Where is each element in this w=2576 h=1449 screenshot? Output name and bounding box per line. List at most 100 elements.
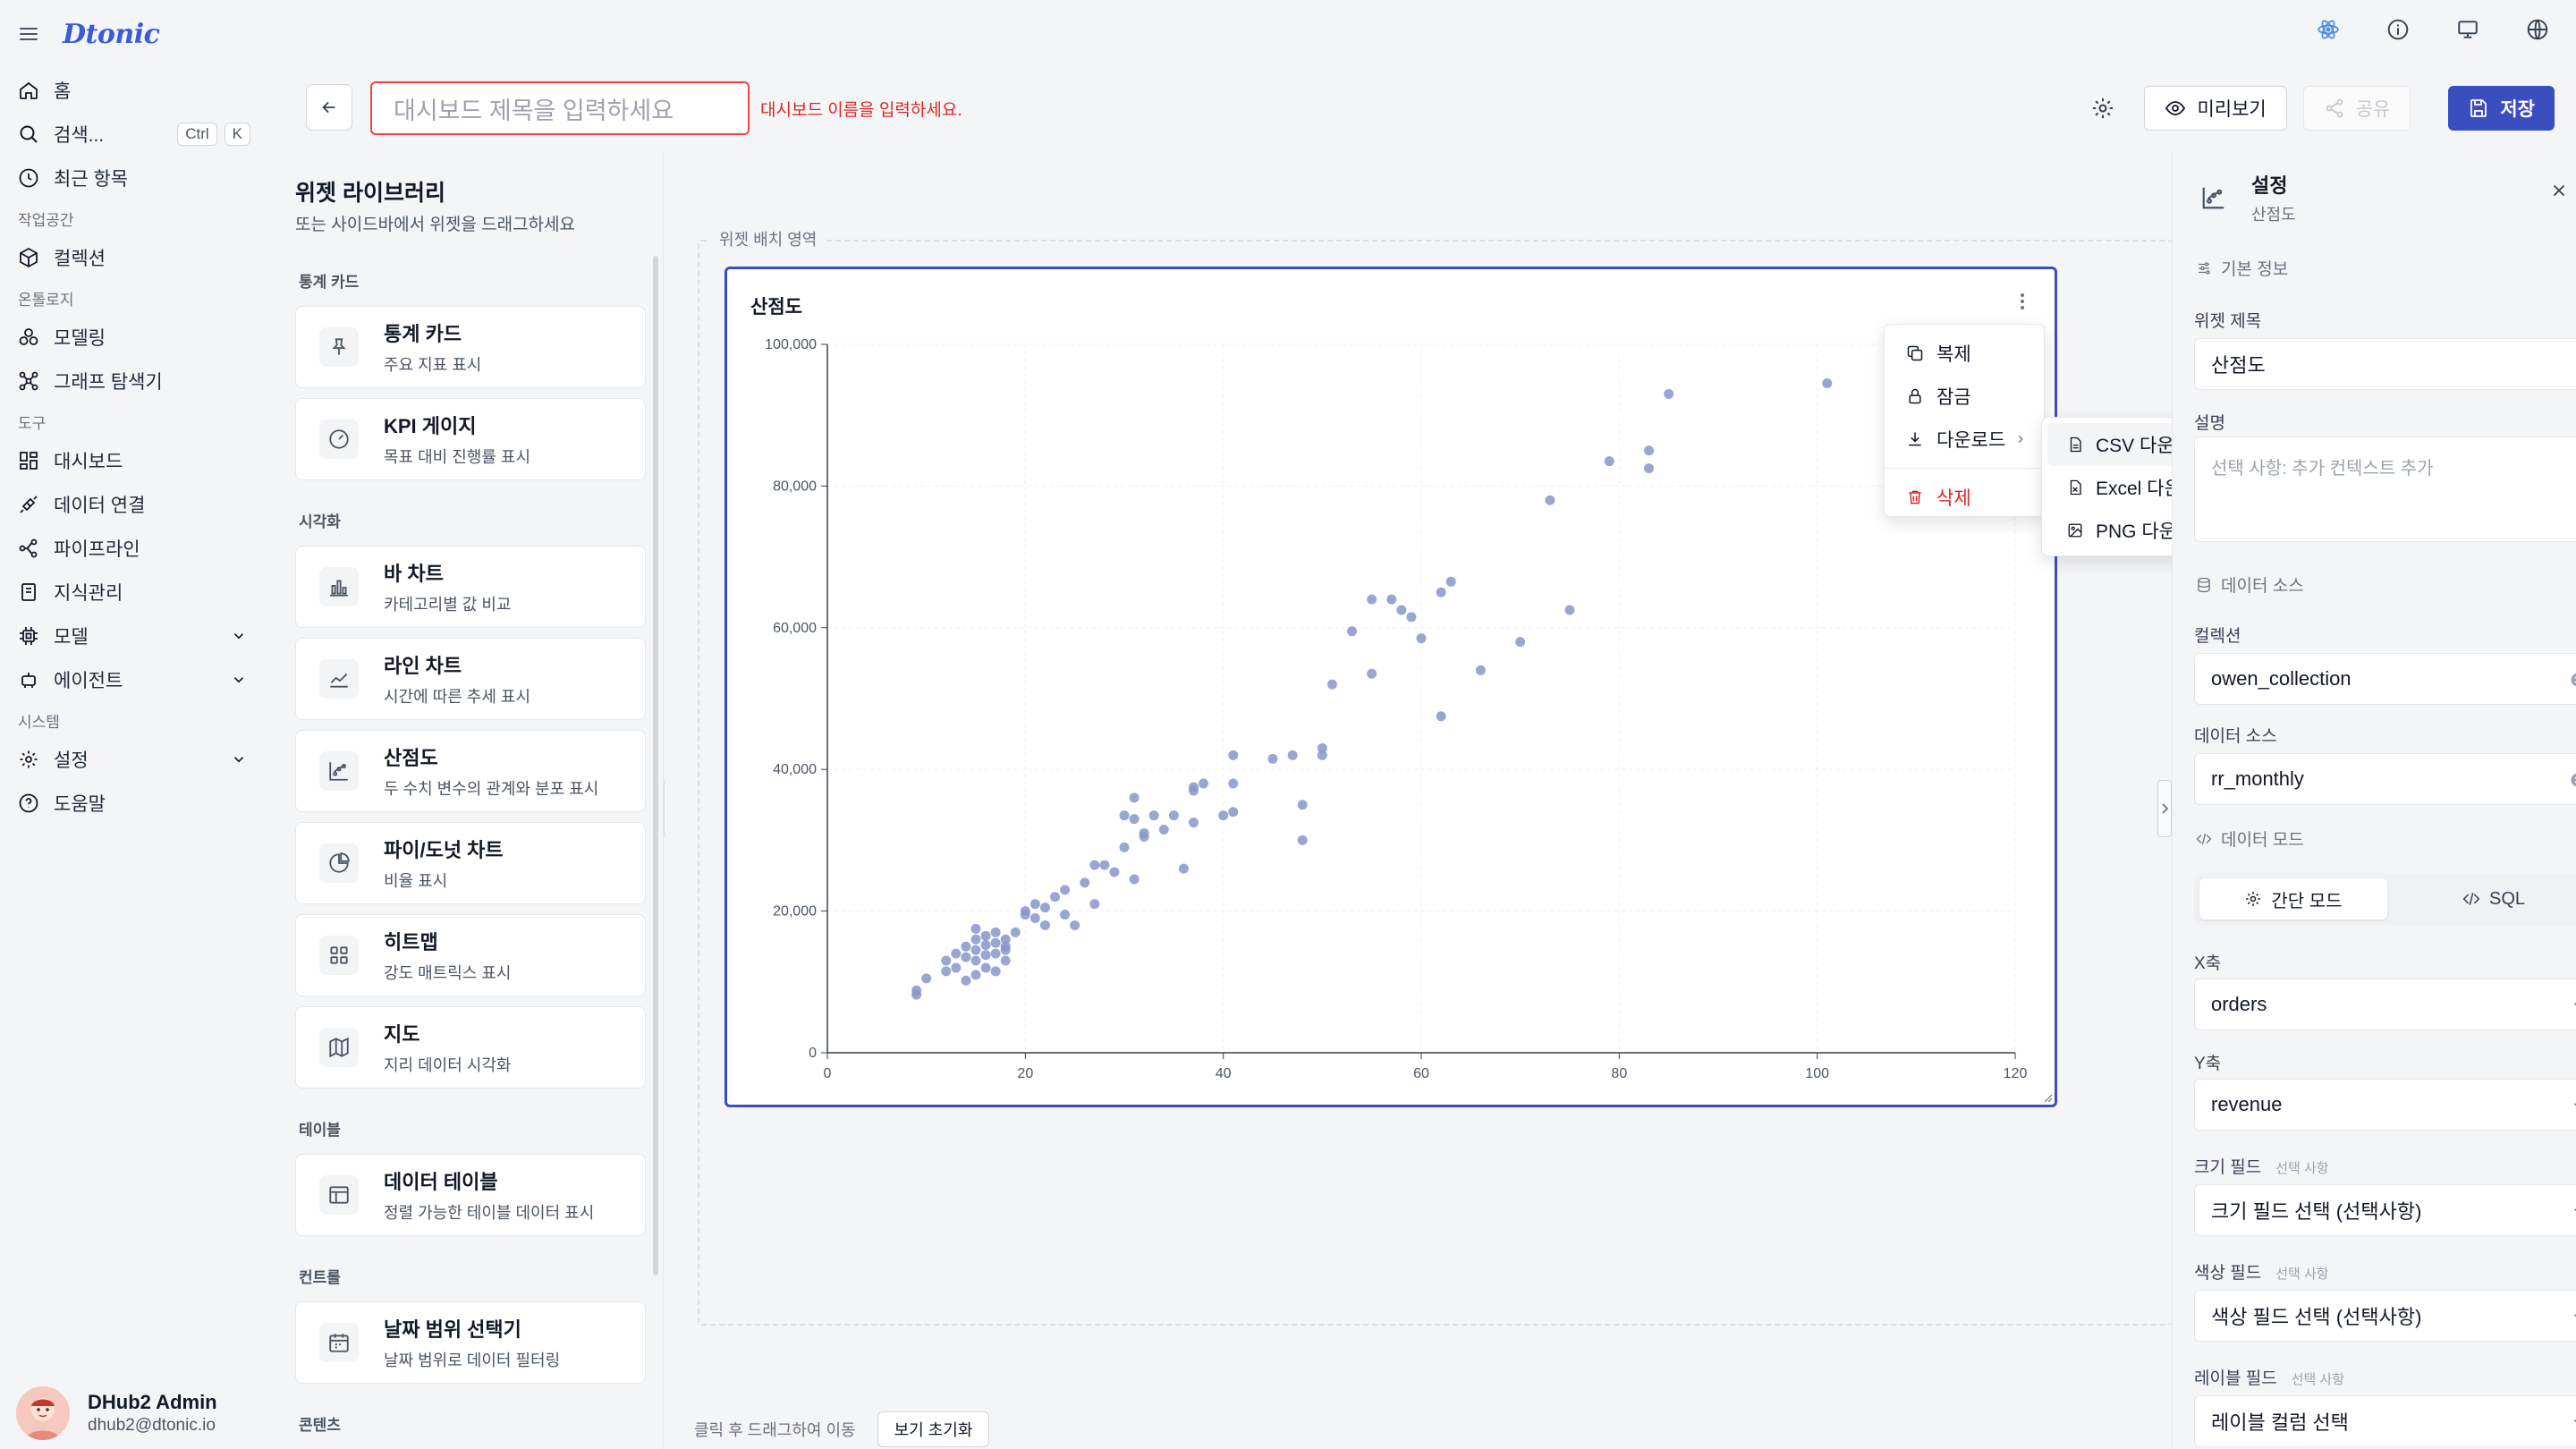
label-field-select[interactable]: 레이블 컬럼 선택: [2194, 1395, 2576, 1447]
nav-agent-label: 에이전트: [54, 670, 123, 691]
widget-card-map[interactable]: 지도 지리 데이터 시각화: [295, 1006, 646, 1089]
widget-card-table[interactable]: 데이터 테이블 정렬 가능한 테이블 데이터 표시: [295, 1154, 646, 1236]
nav-data-connect[interactable]: 데이터 연결: [0, 482, 274, 526]
menu-download[interactable]: 다운로드: [1885, 418, 2044, 461]
globe-icon[interactable]: [2526, 18, 2549, 41]
description-placeholder: 선택 사항: 추가 컨텍스트 추가: [2211, 459, 2434, 479]
back-button[interactable]: [306, 84, 352, 131]
user-profile[interactable]: DHub2 Admin dhub2@dtonic.io: [16, 1377, 217, 1449]
scatter-point: [1822, 378, 1833, 389]
nav-collections[interactable]: 컬렉션: [0, 235, 274, 279]
x-tick-label: 120: [2004, 1066, 2028, 1081]
scatter-point: [1039, 902, 1050, 913]
reset-view-button[interactable]: 보기 초기화: [877, 1411, 990, 1447]
scatter-point: [1158, 825, 1169, 835]
nav-graph-explorer[interactable]: 그래프 탐색기: [0, 359, 274, 402]
scatter-point: [1416, 633, 1427, 644]
more-vertical-icon[interactable]: [2013, 291, 2031, 312]
y-axis-select[interactable]: revenue: [2194, 1079, 2576, 1131]
chevron-down-icon[interactable]: [231, 672, 247, 688]
widget-card-desc: 카테고리별 값 비교: [384, 596, 512, 614]
collection-select[interactable]: owen_collection: [2194, 653, 2576, 705]
menu-lock[interactable]: 잠금: [1885, 375, 2044, 418]
nav-model-label: 모델: [54, 626, 89, 648]
mode-sql-tab[interactable]: SQL: [2400, 878, 2576, 919]
sliders-icon: [2199, 261, 2210, 275]
widget-card-line-chart[interactable]: 라인 차트 시간에 따른 추세 표시: [295, 638, 646, 720]
description-textarea[interactable]: 선택 사항: 추가 컨텍스트 추가: [2194, 436, 2576, 542]
widget-card-bar-chart[interactable]: 바 차트카테고리별 값 비교: [295, 546, 646, 628]
chevron-down-icon[interactable]: [231, 751, 247, 767]
widget-card-title: 통계 카드: [384, 323, 462, 345]
bar-chart-icon: [319, 567, 359, 606]
clear-icon[interactable]: [2569, 671, 2576, 689]
close-icon[interactable]: [2549, 181, 2569, 200]
menu-download-label: 다운로드: [1936, 430, 2006, 451]
hamburger-menu-icon[interactable]: [18, 23, 39, 45]
resize-handle-icon[interactable]: [2044, 1094, 2053, 1103]
scatter-point: [1119, 810, 1130, 821]
scatter-point: [1080, 877, 1090, 888]
gear-icon[interactable]: [2090, 96, 2115, 121]
menu-duplicate[interactable]: 복제: [1885, 332, 2044, 375]
scatter-point: [1297, 800, 1308, 810]
scatter-point: [1445, 576, 1456, 587]
scatter-point: [1644, 445, 1655, 456]
info-icon[interactable]: [2386, 18, 2410, 41]
x-tick-label: 20: [1017, 1066, 1033, 1081]
collapse-settings-button[interactable]: [2157, 780, 2172, 837]
library-scrollbar[interactable]: [653, 256, 658, 1275]
widget-card-gauge[interactable]: KPI 게이지 목표 대비 진행률 표시: [295, 398, 646, 480]
color-field-select[interactable]: 색상 필드 선택 (선택사항): [2194, 1290, 2576, 1342]
widget-card-pin[interactable]: 통계 카드 주요 지표 표시: [295, 306, 646, 388]
nav-help[interactable]: 도움말: [0, 781, 274, 825]
pie-chart-icon: [319, 843, 359, 883]
widget-card-grid[interactable]: 히트맵 강도 매트릭스 표시: [295, 914, 646, 996]
nav-model[interactable]: 모델: [0, 614, 274, 657]
nav-home[interactable]: 홈: [0, 68, 274, 112]
scatter-point: [941, 966, 952, 977]
scatter-point: [980, 940, 991, 951]
code-icon: [2462, 893, 2480, 905]
nav-pipeline[interactable]: 파이프라인: [0, 526, 274, 570]
mode-simple-tab[interactable]: 간단 모드: [2199, 878, 2387, 919]
widget-card-pie-chart[interactable]: 파이/도넛 차트 비율 표시: [295, 822, 646, 904]
nav-recent[interactable]: 최근 항목: [0, 156, 274, 199]
widget-title-input[interactable]: 산점도: [2194, 338, 2576, 390]
scatter-point: [1367, 668, 1377, 679]
widget-card-title: 바 차트: [384, 563, 444, 585]
chevron-down-icon: [2571, 1203, 2576, 1219]
file-text-icon: [2070, 436, 2081, 453]
nav-settings[interactable]: 설정: [0, 737, 274, 781]
x-axis-select[interactable]: orders: [2194, 979, 2576, 1030]
trash-icon: [1909, 490, 1921, 504]
share-button[interactable]: 공유: [2302, 86, 2411, 131]
monitor-icon[interactable]: [2456, 18, 2479, 41]
scatter-widget[interactable]: 산점도 0 20 40 60 80 100 120 0 20,000 40,000 60,000 80…: [724, 267, 2057, 1107]
nav-settings-label: 설정: [54, 750, 89, 771]
widget-card-scatter-chart[interactable]: 산점도 두 수치 변수의 관계와 분포 표시: [295, 730, 646, 812]
nav-agent[interactable]: 에이전트: [0, 657, 274, 701]
menu-delete[interactable]: 삭제: [1885, 476, 2044, 519]
eye-icon: [2165, 101, 2186, 115]
panel-subtitle: 산점도: [2251, 206, 2296, 224]
atom-icon[interactable]: [2317, 18, 2340, 41]
preview-button[interactable]: 미리보기: [2144, 86, 2287, 131]
nav-search[interactable]: 검색... Ctrl K: [0, 112, 274, 156]
clear-icon[interactable]: [2569, 771, 2576, 789]
data-source-select[interactable]: rr_monthly: [2194, 753, 2576, 805]
gauge-icon: [319, 419, 359, 459]
nav-modeling[interactable]: 모델링: [0, 315, 274, 359]
scatter-point: [970, 955, 981, 966]
chevron-right-icon: [2019, 436, 2023, 443]
file-spreadsheet-icon: [2070, 479, 2081, 496]
dashboard-title-input[interactable]: 대시보드 제목을 입력하세요: [370, 81, 750, 135]
nav-knowledge[interactable]: 지식관리: [0, 570, 274, 614]
chevron-down-icon[interactable]: [231, 628, 247, 644]
scatter-point: [1199, 778, 1209, 789]
nav-dashboard[interactable]: 대시보드: [0, 438, 274, 482]
save-button[interactable]: 저장: [2448, 86, 2555, 131]
widget-card-calendar[interactable]: 날짜 범위 선택기 날짜 범위로 데이터 필터링: [295, 1301, 646, 1384]
size-field-select[interactable]: 크기 필드 선택 (선택사항): [2194, 1184, 2576, 1236]
brand-logo[interactable]: Dtonic: [63, 19, 160, 50]
